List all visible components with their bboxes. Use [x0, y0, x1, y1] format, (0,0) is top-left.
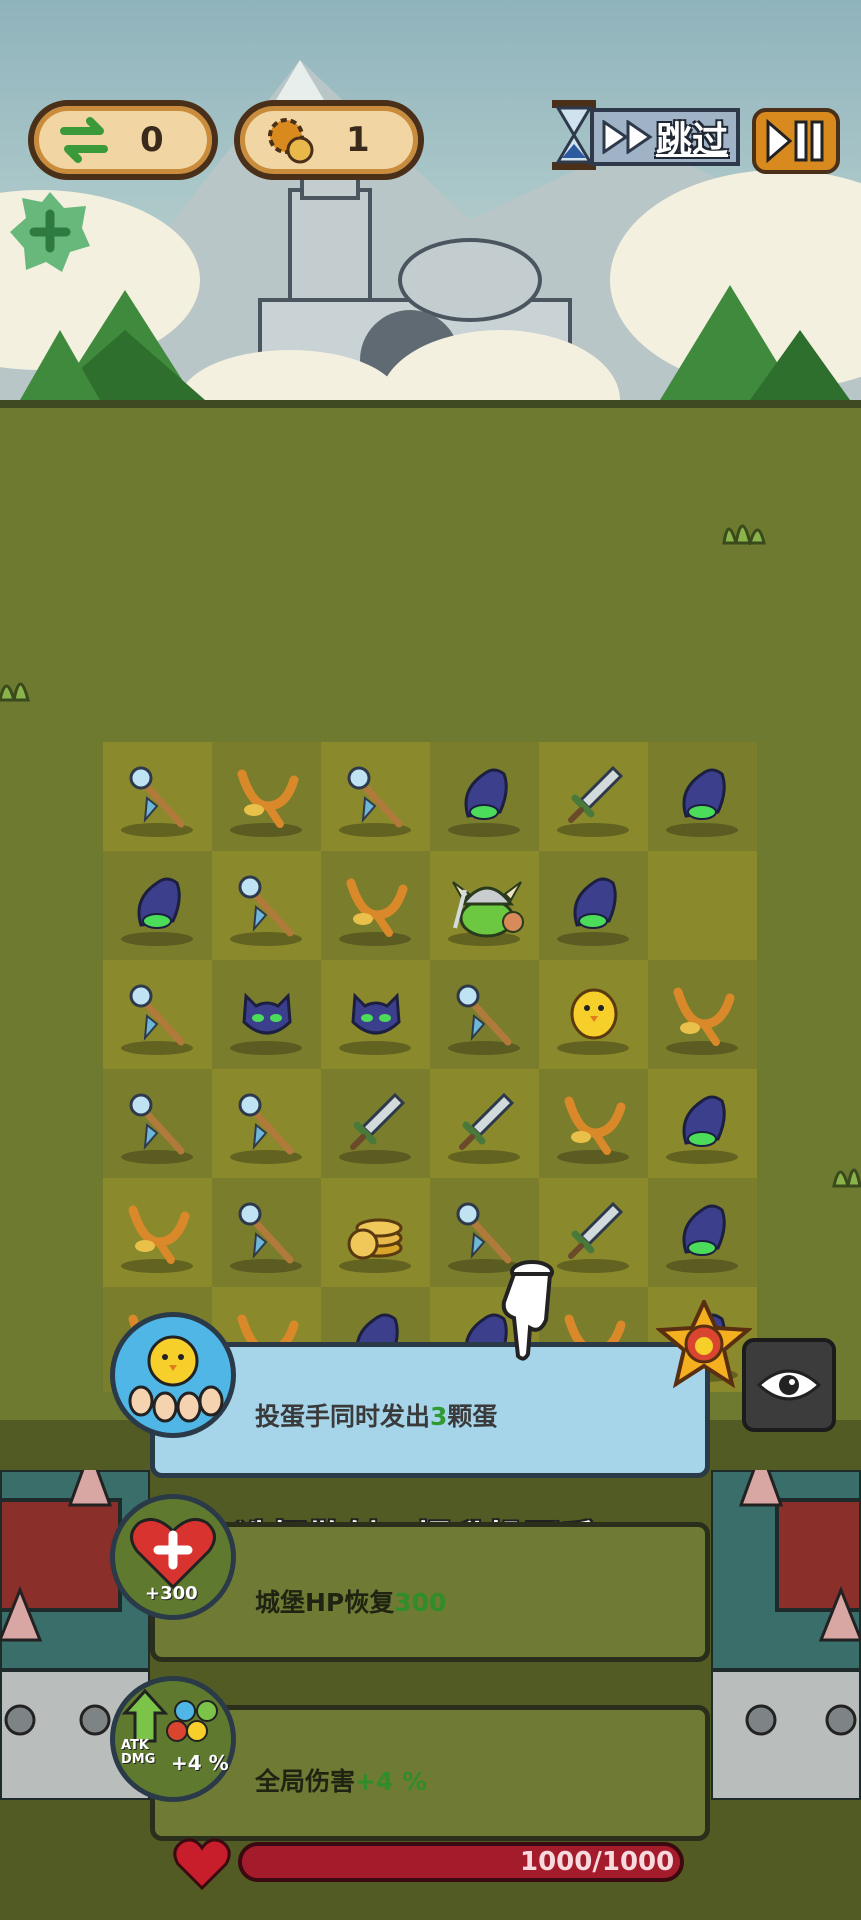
play-pause-icon [764, 118, 828, 164]
board-cell[interactable] [648, 960, 757, 1069]
castle-right-tower [709, 1445, 861, 1802]
staff-icon [123, 760, 193, 834]
chick-icon [559, 978, 629, 1052]
heart-plus-icon: +300 [110, 1494, 236, 1620]
board-cell[interactable] [539, 960, 648, 1069]
option-1-text: 投蛋手同时发出3颗蛋 [255, 1402, 498, 1431]
cursed-hand-icon [668, 1087, 738, 1161]
staff-icon [232, 869, 302, 943]
board-cell[interactable] [430, 851, 539, 960]
star-badge-icon [654, 1297, 754, 1390]
atk-dmg-caption: ATK DMG [121, 1738, 156, 1767]
gear-moon-icon [254, 104, 326, 176]
slingshot-icon [341, 869, 411, 943]
reroll-count: 1 [346, 120, 370, 160]
view-board-button[interactable] [742, 1338, 836, 1432]
board-cell[interactable] [212, 1069, 321, 1178]
staff-icon [450, 978, 520, 1052]
board-cell[interactable] [103, 742, 212, 851]
staff-icon [341, 760, 411, 834]
board-cell[interactable] [212, 742, 321, 851]
castle-hp-text: 1000/1000 [520, 1847, 675, 1877]
board-cell[interactable] [212, 851, 321, 960]
cursed-hand-icon [559, 869, 629, 943]
sky-background [0, 0, 861, 408]
board-cell[interactable] [539, 851, 648, 960]
pointing-hand-icon [494, 1258, 558, 1362]
sword-icon [341, 1087, 411, 1161]
cursed-hand-icon [668, 1196, 738, 1270]
slingshot-icon [668, 978, 738, 1052]
swap-counter[interactable]: 0 [28, 100, 218, 180]
slingshot-icon [559, 1087, 629, 1161]
dark-cat-icon [232, 978, 302, 1052]
board-cell[interactable] [648, 742, 757, 851]
board-cell[interactable] [430, 742, 539, 851]
board-cell[interactable] [430, 960, 539, 1069]
board-cell[interactable] [212, 1178, 321, 1287]
slingshot-icon [123, 1196, 193, 1270]
staff-icon [123, 978, 193, 1052]
board-cell[interactable] [648, 1178, 757, 1287]
merge-board [103, 742, 757, 1392]
option-3-text: 全局伤害+4 % [255, 1767, 428, 1796]
swap-arrows-icon [48, 104, 120, 176]
damage-amount-label: +4 % [171, 1751, 229, 1775]
board-cell[interactable] [430, 1069, 539, 1178]
option-2-text: 城堡HP恢复300 [255, 1588, 447, 1617]
grass-tuft [832, 1148, 861, 1192]
cursed-hand-icon [668, 760, 738, 834]
sword-icon [559, 1196, 629, 1270]
heal-amount-label: +300 [145, 1583, 198, 1604]
board-cell[interactable] [321, 851, 430, 960]
board-cell[interactable] [103, 1069, 212, 1178]
chick-eggs-icon [110, 1312, 236, 1438]
heart-icon [172, 1836, 232, 1892]
board-cell[interactable] [321, 1069, 430, 1178]
sword-icon [450, 1087, 520, 1161]
viking-slime-icon [445, 864, 525, 948]
board-cell[interactable] [648, 851, 757, 960]
board-cell[interactable] [539, 1069, 648, 1178]
eye-icon [757, 1365, 821, 1405]
skip-button[interactable]: 跳过 [590, 108, 740, 166]
green-plus-badge-icon[interactable] [8, 190, 92, 274]
scenery [0, 60, 861, 408]
reroll-counter[interactable]: 1 [234, 100, 424, 180]
play-pause-button[interactable] [752, 108, 840, 174]
cursed-hand-icon [123, 869, 193, 943]
board-cell[interactable] [539, 742, 648, 851]
dark-cat-icon [341, 978, 411, 1052]
slingshot-icon [232, 760, 302, 834]
board-cell[interactable] [103, 960, 212, 1069]
coin-stack-icon [341, 1196, 411, 1270]
board-cell[interactable] [648, 1069, 757, 1178]
swap-count: 0 [140, 120, 164, 160]
board-cell[interactable] [212, 960, 321, 1069]
sword-icon [559, 760, 629, 834]
board-cell[interactable] [321, 960, 430, 1069]
board-cell[interactable] [321, 742, 430, 851]
staff-icon [232, 1087, 302, 1161]
board-cell[interactable] [103, 1178, 212, 1287]
grass-tuft [720, 505, 776, 549]
atk-dmg-icon: ATK DMG +4 % [110, 1676, 236, 1802]
staff-icon [232, 1196, 302, 1270]
board-cell[interactable] [321, 1178, 430, 1287]
skip-label: 跳过 [656, 120, 729, 161]
grass-tuft [0, 662, 36, 706]
fast-forward-icon [602, 120, 656, 154]
cursed-hand-icon [450, 760, 520, 834]
staff-icon [123, 1087, 193, 1161]
board-cell[interactable] [103, 851, 212, 960]
